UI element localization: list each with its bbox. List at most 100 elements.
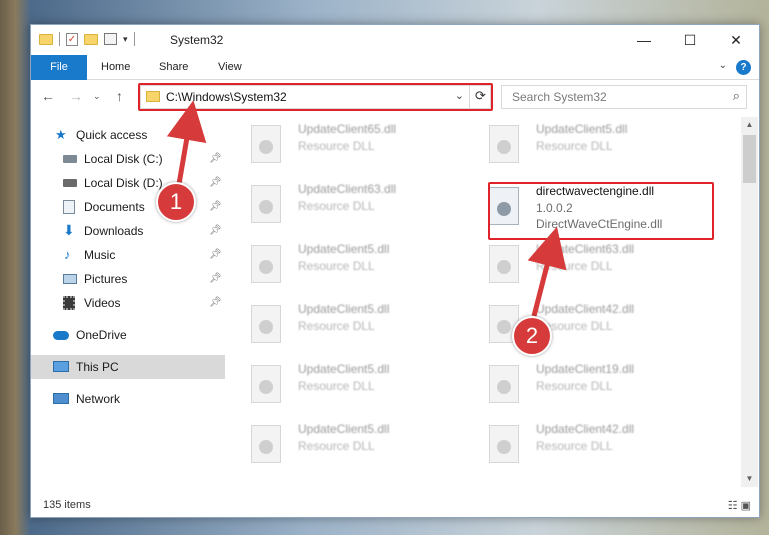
up-arrow-icon[interactable]: ↑ (116, 88, 123, 104)
sidebar-item-label: Local Disk (D:) (84, 176, 163, 190)
search-placeholder: Search System32 (512, 90, 607, 104)
scroll-up-icon[interactable]: ▲ (741, 117, 758, 133)
highlight-box-address (138, 83, 493, 111)
sidebar-item-pictures[interactable]: Pictures 📌︎ (31, 267, 225, 291)
file-name: UpdateClient5.dll (536, 122, 628, 136)
sidebar-item-onedrive[interactable]: OneDrive (31, 323, 225, 347)
sidebar-item-label: Downloads (84, 224, 144, 238)
star-icon: ★ (55, 127, 67, 142)
dll-file-icon (251, 425, 281, 463)
folder-icon[interactable] (39, 33, 53, 45)
file-type: Resource DLL (298, 259, 375, 273)
properties-icon[interactable] (104, 33, 117, 45)
music-note-icon: ♪ (64, 247, 71, 262)
file-name: UpdateClient19.dll (536, 362, 635, 376)
maximize-button[interactable]: ☐ (667, 25, 713, 55)
view-toggle-icons[interactable]: ☷ ▣ (728, 499, 751, 512)
sidebar-item-documents[interactable]: Documents 📌︎ (31, 195, 225, 219)
file-type: Resource DLL (298, 319, 375, 333)
vertical-scrollbar[interactable]: ▲ ▼ (741, 117, 758, 487)
file-item[interactable]: UpdateClient63.dll Resource DLL (241, 177, 471, 235)
dll-file-icon (489, 425, 519, 463)
pin-icon[interactable]: 📌︎ (209, 195, 222, 219)
file-item[interactable]: UpdateClient19.dll Resource DLL (479, 357, 709, 415)
back-arrow-icon[interactable]: ← (41, 88, 55, 104)
file-item[interactable]: UpdateClient5.dll Resource DLL (241, 297, 471, 355)
status-bar: 135 items ☷ ▣ (31, 497, 759, 517)
search-input[interactable]: Search System32 ⌕ (501, 85, 747, 109)
sidebar-item-network[interactable]: Network (31, 387, 225, 411)
file-type: Resource DLL (536, 259, 613, 273)
pin-icon[interactable]: 📌︎ (209, 219, 222, 243)
file-name: UpdateClient5.dll (298, 422, 390, 436)
divider (59, 32, 60, 46)
dll-file-icon (251, 185, 281, 223)
tab-share[interactable]: Share (159, 55, 188, 80)
file-item[interactable]: UpdateClient5.dll Resource DLL (479, 117, 709, 175)
sidebar-item-local-disk-c[interactable]: Local Disk (C:) 📌︎ (31, 147, 225, 171)
customize-qat-icon[interactable]: ▾ (123, 34, 128, 45)
sidebar-item-music[interactable]: ♪ Music 📌︎ (31, 243, 225, 267)
file-name: UpdateClient42.dll (536, 422, 635, 436)
tab-view[interactable]: View (218, 55, 242, 80)
pin-icon[interactable]: 📌︎ (209, 243, 222, 267)
pin-icon[interactable]: 📌︎ (209, 291, 222, 315)
file-name: UpdateClient42.dll (536, 302, 635, 316)
dll-file-icon (489, 365, 519, 403)
minimize-button[interactable]: — (621, 25, 667, 55)
file-name: UpdateClient5.dll (298, 362, 390, 376)
file-type: Resource DLL (298, 199, 375, 213)
dll-file-icon (251, 305, 281, 343)
file-type: Resource DLL (298, 139, 375, 153)
sidebar-item-label: Documents (84, 200, 145, 214)
file-list: UpdateClient65.dll Resource DLL UpdateCl… (241, 117, 741, 487)
pin-icon[interactable]: 📌︎ (209, 171, 222, 195)
sidebar-item-label: OneDrive (76, 328, 127, 342)
item-count: 135 items (43, 499, 91, 511)
download-arrow-icon: ⬇ (63, 222, 75, 238)
help-icon[interactable]: ? (736, 60, 751, 75)
new-folder-icon[interactable] (84, 33, 98, 45)
file-item[interactable]: UpdateClient65.dll Resource DLL (241, 117, 471, 175)
search-icon[interactable]: ⌕ (733, 88, 740, 104)
drive-icon (63, 179, 77, 187)
highlight-box-file (488, 182, 714, 240)
file-item[interactable]: UpdateClient5.dll Resource DLL (241, 417, 471, 475)
file-type: Resource DLL (536, 379, 613, 393)
sidebar-item-label: Pictures (84, 272, 128, 286)
close-button[interactable]: ✕ (713, 25, 759, 55)
forward-arrow-icon[interactable]: → (69, 88, 83, 104)
step-badge-2: 2 (512, 316, 552, 356)
sidebar-item-videos[interactable]: Videos 📌︎ (31, 291, 225, 315)
sidebar-item-label: This PC (76, 360, 119, 374)
tab-file[interactable]: File (31, 55, 87, 80)
file-type: Resource DLL (536, 139, 613, 153)
sidebar-item-this-pc[interactable]: This PC (31, 355, 225, 379)
videos-icon (63, 296, 75, 310)
sidebar-item-local-disk-d[interactable]: Local Disk (D:) 📌︎ (31, 171, 225, 195)
file-item[interactable]: UpdateClient63.dll Resource DLL (479, 237, 709, 295)
recent-locations-icon[interactable]: ⌄ (93, 91, 101, 102)
dll-file-icon (251, 365, 281, 403)
sidebar-item-label: Music (84, 248, 116, 262)
file-type: Resource DLL (298, 379, 375, 393)
scrollbar-thumb[interactable] (743, 135, 756, 183)
sidebar-item-label: Local Disk (C:) (84, 152, 163, 166)
sidebar-item-downloads[interactable]: ⬇ Downloads 📌︎ (31, 219, 225, 243)
pictures-icon (63, 274, 77, 284)
file-item[interactable]: UpdateClient5.dll Resource DLL (241, 237, 471, 295)
sidebar-item-label: Network (76, 392, 121, 406)
expand-ribbon-icon[interactable]: ⌄ (719, 60, 727, 71)
scroll-down-icon[interactable]: ▼ (741, 471, 758, 487)
pin-icon[interactable]: 📌︎ (209, 147, 222, 171)
file-name: UpdateClient63.dll (536, 242, 635, 256)
divider (133, 32, 135, 46)
sidebar-item-quick-access[interactable]: ★ Quick access (31, 123, 225, 147)
file-item[interactable]: UpdateClient42.dll Resource DLL (479, 417, 709, 475)
tab-home[interactable]: Home (101, 55, 130, 80)
file-name: UpdateClient65.dll (298, 122, 397, 136)
file-item[interactable]: UpdateClient5.dll Resource DLL (241, 357, 471, 415)
properties-check-icon[interactable]: ✓ (66, 32, 78, 46)
file-type: Resource DLL (298, 439, 375, 453)
pin-icon[interactable]: 📌︎ (209, 267, 222, 291)
